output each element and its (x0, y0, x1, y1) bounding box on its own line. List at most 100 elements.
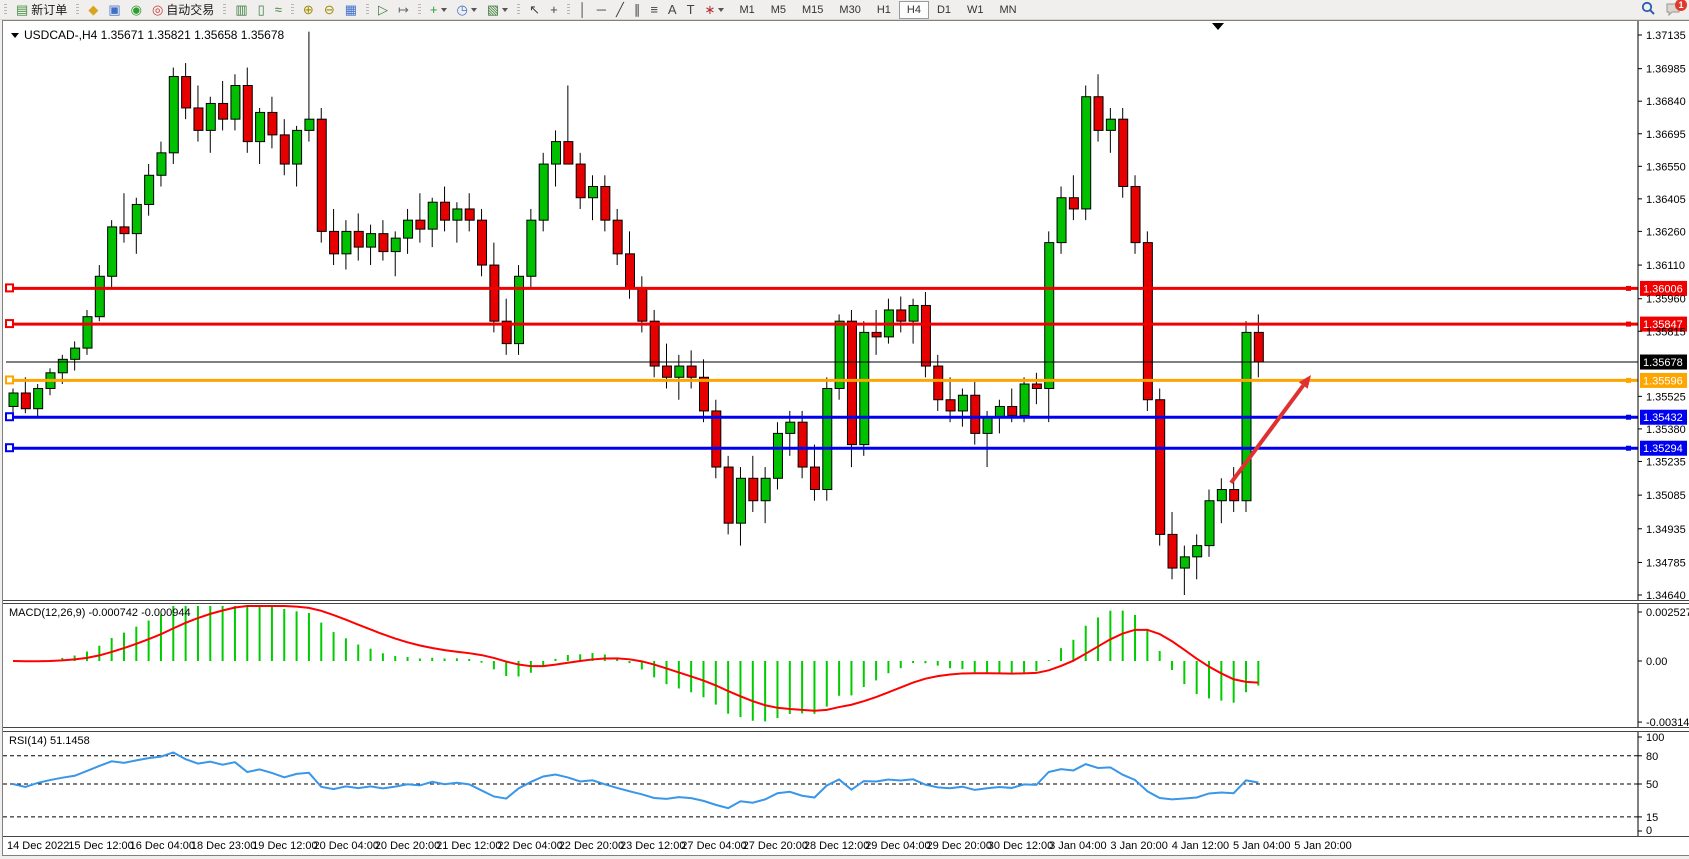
toolbar-group: ▤新订单 (0, 0, 72, 19)
timeframe-toolbar: M1M5M15M30H1H4D1W1MN (731, 1, 1024, 19)
candle (1254, 332, 1263, 362)
candle (21, 393, 30, 409)
timeframe-w1-button[interactable]: W1 (959, 1, 992, 19)
date-tick-label: 15 Dec 12:00 (68, 840, 133, 852)
timeframe-d1-button[interactable]: D1 (929, 1, 959, 19)
candle (1168, 534, 1177, 568)
zoom-out-icon: ⊖ (324, 2, 335, 17)
chevron-down-icon[interactable] (471, 8, 477, 12)
line-chart-button[interactable]: ≈ (270, 0, 287, 19)
price-tick-label: 1.36405 (1646, 194, 1686, 206)
candle (724, 467, 733, 523)
fibonacci-button[interactable]: ≡ (645, 0, 663, 19)
date-tick-label: 22 Dec 04:00 (497, 840, 562, 852)
candle (576, 164, 585, 198)
chart-menu-caret-icon[interactable] (11, 33, 19, 38)
timeframe-h1-button[interactable]: H1 (869, 1, 899, 19)
chevron-down-icon[interactable] (502, 8, 508, 12)
candle (860, 332, 869, 444)
line-handle[interactable] (6, 284, 13, 291)
tile-windows-button[interactable]: ▦ (340, 0, 362, 19)
price-tick-label: 1.37135 (1646, 30, 1686, 42)
indicators-button[interactable]: + (425, 0, 452, 19)
zoom-in-button[interactable]: ⊕ (298, 0, 319, 19)
vertical-line-button[interactable]: │ (574, 0, 592, 19)
equidistant-channel-button[interactable]: ∥ (629, 0, 646, 19)
macd-label: MACD(12,26,9) -0.000742 -0.000944 (9, 607, 191, 619)
candle (71, 348, 80, 359)
timeframe-h4-button[interactable]: H4 (899, 1, 929, 19)
date-tick-label: 30 Dec 12:00 (988, 840, 1053, 852)
candle (108, 227, 117, 276)
timeframe-m1-button[interactable]: M1 (731, 1, 762, 19)
terminal-button[interactable]: ▣ (103, 0, 125, 19)
line-handle[interactable] (6, 444, 13, 451)
date-tick-label: 27 Dec 20:00 (743, 840, 808, 852)
toolbar-group: ◆▣◉◎自动交易 (72, 0, 219, 19)
candle (1082, 97, 1091, 209)
arrows-icon: ∗ (705, 2, 716, 17)
candlestick-chart-button[interactable]: ▯ (253, 0, 270, 19)
notification-badge: 1 (1675, 0, 1687, 11)
timeframe-mn-button[interactable]: MN (992, 1, 1025, 19)
candle (761, 478, 770, 500)
strategy-tester-button[interactable]: ▷ (373, 0, 393, 19)
candle (416, 220, 425, 229)
crosshair-button[interactable]: + (545, 0, 563, 19)
signals-button[interactable]: ◉ (126, 0, 147, 19)
toolbar-group: ▥▯≈ (219, 0, 287, 19)
macd-tick-label: 0.002527 (1646, 607, 1689, 619)
timeframe-m15-button[interactable]: M15 (794, 1, 831, 19)
price-chart-canvas[interactable]: 1.360061.358471.355961.354321.352941.356… (3, 21, 1689, 600)
cursor-button[interactable]: ↖ (524, 0, 545, 19)
candle (773, 433, 782, 478)
text-label-button[interactable]: T (682, 0, 700, 19)
candle (749, 478, 758, 500)
trendline-button[interactable]: ╱ (611, 0, 629, 19)
candle (983, 418, 992, 434)
candle (256, 112, 265, 141)
notifications-icon[interactable]: 1 (1666, 2, 1681, 16)
macd-panel[interactable]: 0.0025270.00-0.003149 MACD(12,26,9) -0.0… (3, 603, 1689, 728)
chevron-down-icon[interactable] (441, 8, 447, 12)
vertical-line-icon: │ (579, 2, 587, 17)
price-tick-label: 1.34785 (1646, 557, 1686, 569)
chevron-down-icon[interactable] (718, 8, 724, 12)
candle (786, 422, 795, 433)
line-handle[interactable] (6, 320, 13, 327)
horizontal-line-button[interactable]: ─ (592, 0, 611, 19)
rsi-tick-label: 100 (1646, 732, 1664, 744)
line-handle[interactable] (6, 413, 13, 420)
svg-text:1.35596: 1.35596 (1643, 375, 1683, 387)
new-order-icon: ▤ (16, 2, 28, 17)
candle (1217, 490, 1226, 501)
candle (404, 220, 413, 238)
svg-text:1.35294: 1.35294 (1643, 443, 1683, 455)
arrows-button[interactable]: ∗ (700, 0, 730, 19)
main-chart-plot[interactable]: 1.360061.358471.355961.354321.352941.356… (3, 21, 1689, 601)
timeframe-m30-button[interactable]: M30 (831, 1, 868, 19)
candle (379, 234, 388, 252)
price-tick-label: 1.35235 (1646, 456, 1686, 468)
candle (798, 422, 807, 467)
step-forward-button[interactable]: ↦ (393, 0, 414, 19)
rsi-canvas[interactable]: 1008050150 (3, 732, 1689, 836)
periods-button[interactable]: ◷ (452, 0, 482, 19)
search-icon[interactable] (1641, 1, 1656, 16)
new-order-button[interactable]: ▤新订单 (11, 0, 72, 19)
templates-button[interactable]: ▧ (482, 0, 513, 19)
bar-chart-button[interactable]: ▥ (230, 0, 252, 19)
rsi-panel[interactable]: 1008050150 RSI(14) 51.1458 (3, 731, 1689, 837)
text-button[interactable]: A (663, 0, 682, 19)
date-tick-label: 5 Jan 04:00 (1233, 840, 1291, 852)
zoom-out-button[interactable]: ⊖ (319, 0, 340, 19)
autotrading-button[interactable]: ◎自动交易 (147, 0, 219, 19)
line-handle[interactable] (6, 376, 13, 383)
timeframe-m5-button[interactable]: M5 (763, 1, 794, 19)
candle (219, 103, 228, 119)
date-tick-label: 23 Dec 12:00 (620, 840, 685, 852)
candle (1069, 198, 1078, 209)
date-tick-label: 5 Jan 20:00 (1294, 840, 1352, 852)
macd-canvas[interactable]: 0.0025270.00-0.003149 (3, 604, 1689, 727)
metaeditor-button[interactable]: ◆ (83, 0, 103, 19)
